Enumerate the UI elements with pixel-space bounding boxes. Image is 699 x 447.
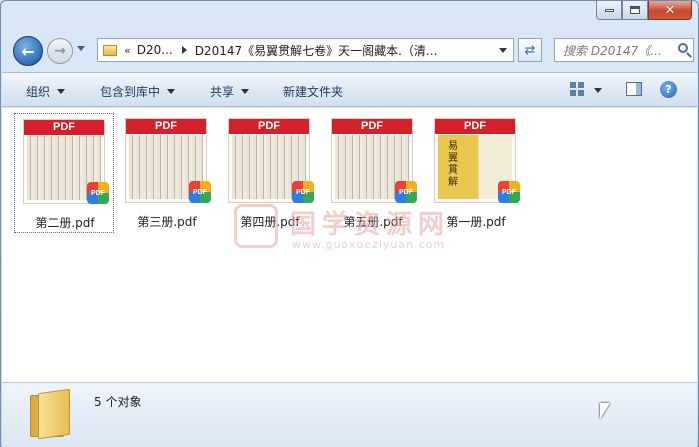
pdf-app-icon: PDF xyxy=(189,181,211,203)
details-pane: 5 个对象 xyxy=(2,382,697,447)
explorer-window: ✕ ← → « D20... D20147《易翼贯解七卷》天一阁藏本.（清...… xyxy=(0,0,699,447)
navigation-bar: ← → « D20... D20147《易翼贯解七卷》天一阁藏本.（清... ⇄… xyxy=(9,34,694,66)
file-name[interactable]: 第三册.pdf xyxy=(117,213,217,230)
breadcrumb-segment[interactable]: D20... xyxy=(137,43,173,57)
view-options-dropdown[interactable] xyxy=(594,88,602,93)
breadcrumb-current-folder[interactable]: D20147《易翼贯解七卷》天一阁藏本.（清... xyxy=(195,42,485,59)
search-box[interactable]: 搜索 D20147《... xyxy=(554,38,694,62)
maximize-button[interactable] xyxy=(622,1,648,20)
minimize-button[interactable] xyxy=(596,1,622,20)
new-folder-button[interactable]: 新建文件夹 xyxy=(283,83,343,100)
include-in-library-button[interactable]: 包含到库中 xyxy=(100,83,176,100)
recent-pages-dropdown[interactable] xyxy=(77,46,85,51)
maximize-icon xyxy=(630,6,640,14)
file-item[interactable]: PDF PDF 第二册.pdf xyxy=(14,113,114,233)
change-view-icon[interactable] xyxy=(570,82,584,96)
pdf-app-icon: PDF xyxy=(498,181,520,203)
close-button[interactable]: ✕ xyxy=(648,1,692,20)
folder-icon xyxy=(103,44,117,56)
pdf-app-icon: PDF xyxy=(87,182,109,204)
pdf-app-icon: PDF xyxy=(395,181,417,203)
close-icon: ✕ xyxy=(664,2,676,18)
organize-button[interactable]: 组织 xyxy=(26,83,66,100)
include-in-library-label: 包含到库中 xyxy=(100,85,161,99)
refresh-icon: ⇄ xyxy=(524,42,536,58)
arrow-right-icon: → xyxy=(54,43,66,59)
command-bar: 组织 包含到库中 共享 新建文件夹 ? xyxy=(2,72,697,107)
address-dropdown-icon[interactable] xyxy=(499,48,507,53)
file-list-pane[interactable]: PDF PDF 第二册.pdf PDF PDF 第三册.pdf PDF PDF 第四册.pdf P… xyxy=(2,108,697,382)
new-folder-label: 新建文件夹 xyxy=(283,85,344,99)
cover-title: 易翼貫解 xyxy=(448,141,458,188)
minimize-icon xyxy=(604,8,614,12)
chevron-down-icon xyxy=(57,89,66,94)
pdf-label: PDF xyxy=(126,119,206,134)
folder-icon xyxy=(30,388,72,440)
file-name[interactable]: 第二册.pdf xyxy=(15,214,115,231)
mouse-cursor-icon xyxy=(600,403,610,419)
share-label: 共享 xyxy=(210,85,235,99)
pdf-label: PDF xyxy=(229,119,309,134)
pdf-label: PDF xyxy=(435,119,515,134)
watermark-seal xyxy=(234,204,278,248)
watermark-url: www.guoxueziyuan.com xyxy=(292,238,446,251)
address-bar[interactable]: « D20... D20147《易翼贯解七卷》天一阁藏本.（清... xyxy=(97,38,514,62)
share-button[interactable]: 共享 xyxy=(210,83,250,100)
forward-button[interactable]: → xyxy=(47,38,73,64)
back-button[interactable]: ← xyxy=(13,36,43,66)
address-overflow-chevron[interactable]: « xyxy=(124,44,131,57)
watermark-text: 国学资源网 xyxy=(290,210,451,240)
file-item[interactable]: PDF PDF 第三册.pdf xyxy=(117,113,217,233)
pdf-app-icon: PDF xyxy=(292,181,314,203)
pdf-label: PDF xyxy=(24,120,104,135)
chevron-down-icon xyxy=(241,89,250,94)
pdf-label: PDF xyxy=(332,119,412,134)
refresh-button[interactable]: ⇄ xyxy=(518,38,542,62)
breadcrumb-arrow-icon[interactable] xyxy=(181,46,187,54)
chevron-down-icon xyxy=(167,89,176,94)
preview-pane-icon[interactable] xyxy=(626,82,642,96)
search-input[interactable]: 搜索 D20147《... xyxy=(563,42,669,59)
search-icon[interactable] xyxy=(678,43,688,53)
help-icon[interactable]: ? xyxy=(660,81,677,98)
arrow-left-icon: ← xyxy=(21,41,35,61)
organize-label: 组织 xyxy=(26,85,51,99)
item-count: 5 个对象 xyxy=(94,395,142,409)
caption-buttons: ✕ xyxy=(596,1,692,20)
